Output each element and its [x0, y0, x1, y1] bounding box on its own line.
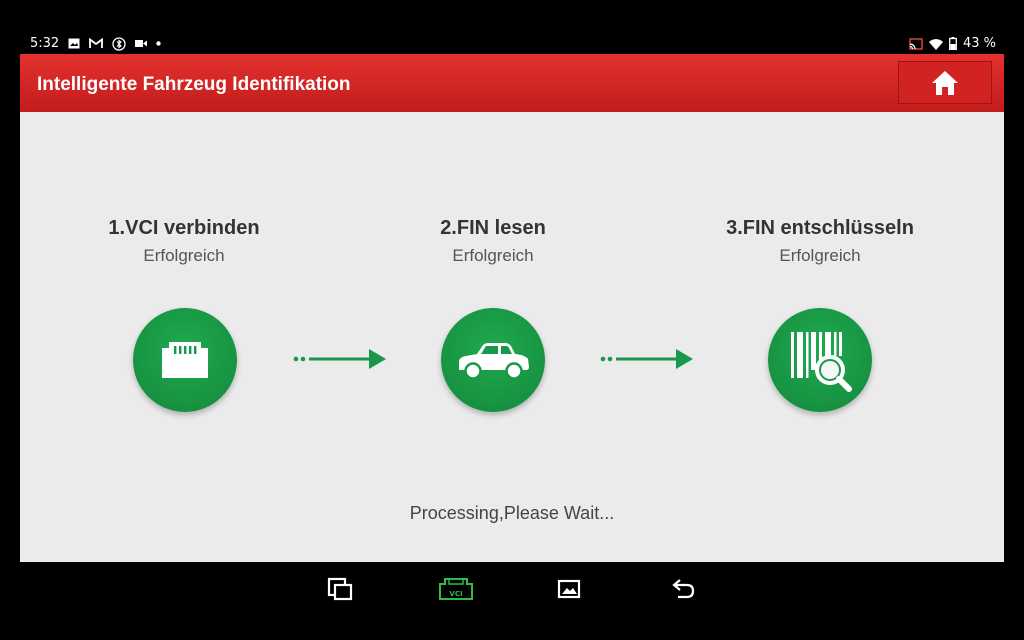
bluetooth-icon: [112, 36, 126, 51]
video-icon: [135, 40, 148, 47]
step-arrow-2: [600, 348, 694, 375]
dot-icon: [156, 41, 161, 46]
status-bar: 5:32 43 %: [0, 0, 1024, 54]
vci-connector-icon: [162, 342, 208, 378]
recent-apps-button[interactable]: [318, 574, 362, 604]
app-window: Intelligente Fahrzeug Identifikation 1.V…: [20, 54, 1004, 562]
gallery-icon: [557, 579, 581, 599]
step-2-circle: [441, 308, 545, 412]
barcode-search-icon: [791, 332, 852, 392]
step-2-status: Erfolgreich: [452, 246, 534, 265]
status-time: 5:32: [30, 36, 60, 51]
vci-button[interactable]: VCI: [434, 574, 478, 604]
battery-icon: [949, 37, 957, 50]
step-2-title: 2.FIN lesen: [440, 217, 546, 239]
step-3-title: 3.FIN entschlüsseln: [726, 217, 914, 239]
home-button[interactable]: [898, 61, 992, 104]
step-3-circle: [768, 308, 872, 412]
vci-label: VCI: [449, 590, 462, 598]
back-icon: [672, 579, 695, 599]
back-button[interactable]: [662, 574, 706, 604]
page-title: Intelligente Fahrzeug Identifikation: [37, 74, 351, 95]
gallery-button[interactable]: [547, 574, 591, 604]
step-1-title: 1.VCI verbinden: [108, 217, 260, 239]
step-1-status: Erfolgreich: [143, 246, 225, 265]
cast-icon: [909, 37, 923, 50]
recent-apps-icon: [327, 577, 353, 601]
gmail-icon: [89, 38, 104, 48]
wifi-icon: [928, 38, 943, 50]
navigation-bar: VCI: [0, 562, 1024, 640]
vci-icon: VCI: [439, 578, 473, 600]
step-3-status: Erfolgreich: [779, 246, 861, 265]
home-icon: [932, 70, 958, 95]
image-icon: [68, 38, 80, 49]
processing-message: Processing,Please Wait...: [409, 503, 615, 523]
car-icon: [459, 343, 529, 380]
title-bar: Intelligente Fahrzeug Identifikation: [20, 54, 1004, 112]
step-arrow-1: [293, 348, 387, 375]
status-bar-left: 5:32: [30, 36, 161, 51]
step-1-circle: [133, 308, 237, 412]
battery-percent: 43 %: [962, 36, 996, 51]
status-bar-right: 43 %: [909, 36, 996, 51]
